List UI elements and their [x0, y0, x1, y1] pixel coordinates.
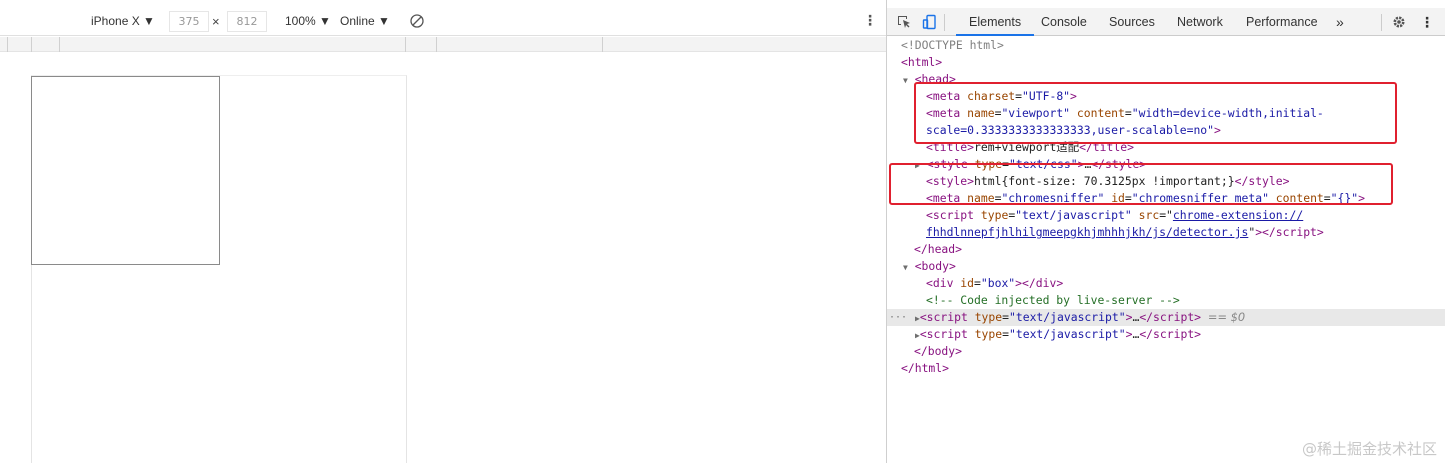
more-actions-icon[interactable]: ··· — [889, 309, 907, 326]
tab-network[interactable]: Network — [1177, 8, 1223, 36]
dom-line-head-close[interactable]: </head> — [914, 241, 1445, 258]
rotate-icon[interactable] — [409, 13, 425, 29]
device-select[interactable]: iPhone X ▼ — [91, 14, 155, 28]
more-options-icon[interactable]: ⋮ — [863, 13, 877, 27]
dom-line-script-selected[interactable]: ··· ▶<script type="text/javascript">…</sc… — [887, 309, 1445, 326]
tab-sources[interactable]: Sources — [1109, 8, 1155, 36]
devtools-panel: Elements Console Sources Network Perform… — [886, 0, 1445, 463]
settings-gear-icon[interactable] — [1391, 14, 1407, 30]
box-element — [31, 76, 220, 265]
dom-line-script-2[interactable]: ▶<script type="text/javascript">…</scrip… — [915, 326, 1445, 343]
tab-elements[interactable]: Elements — [956, 8, 1035, 36]
dom-line-body[interactable]: ▼ <body> — [903, 258, 1445, 275]
device-toggle-icon[interactable] — [922, 14, 938, 30]
devtools-menu-icon[interactable]: ⋮ — [1420, 8, 1434, 36]
device-emulation-pane: iPhone X ▼ 375 × 812 100% ▼ Online ▼ ⋮ — [0, 0, 886, 463]
dom-line-div-box[interactable]: <div id="box"></div> — [926, 275, 1445, 292]
dom-line-script-extension-cont: fhhdlnnepfjhlhilgmeepgkhjmhhhjkh/js/dete… — [926, 225, 1324, 239]
media-query-ruler[interactable] — [0, 37, 886, 52]
collapse-triangle-icon[interactable]: ▼ — [903, 263, 908, 272]
zoom-select[interactable]: 100% ▼ — [285, 14, 331, 28]
dom-line-html[interactable]: <html> — [901, 54, 1445, 71]
devtools-tabbar: Elements Console Sources Network Perform… — [887, 8, 1445, 36]
more-tabs-icon[interactable]: » — [1336, 8, 1344, 36]
height-input[interactable]: 812 — [227, 11, 267, 32]
collapse-triangle-icon[interactable]: ▼ — [903, 76, 908, 85]
tab-console[interactable]: Console — [1041, 8, 1087, 36]
dom-line-comment[interactable]: <!-- Code injected by live-server --> — [926, 292, 1445, 309]
inspect-element-icon[interactable] — [896, 14, 912, 30]
extension-link[interactable]: chrome-extension:// — [1173, 208, 1303, 222]
highlight-box-viewport-meta — [914, 82, 1397, 144]
dom-line-html-close[interactable]: </html> — [901, 360, 1445, 377]
dimension-separator: × — [212, 14, 220, 29]
detector-js-link[interactable]: fhhdlnnepfjhlhilgmeepgkhjmhhhjkh/js/dete… — [926, 225, 1248, 239]
tab-performance[interactable]: Performance — [1246, 8, 1318, 36]
highlight-box-font-size-style — [889, 163, 1393, 205]
dom-line-body-close[interactable]: </body> — [914, 343, 1445, 360]
network-throttle-select[interactable]: Online ▼ — [340, 14, 390, 28]
device-toolbar: iPhone X ▼ 375 × 812 100% ▼ Online ▼ ⋮ — [0, 8, 886, 36]
width-input[interactable]: 375 — [169, 11, 209, 32]
dom-line-script-extension[interactable]: <script type="text/javascript" src="chro… — [926, 207, 1445, 224]
dom-line-doctype[interactable]: <!DOCTYPE html> — [901, 37, 1445, 54]
watermark: @稀土掘金技术社区 — [1301, 440, 1437, 458]
